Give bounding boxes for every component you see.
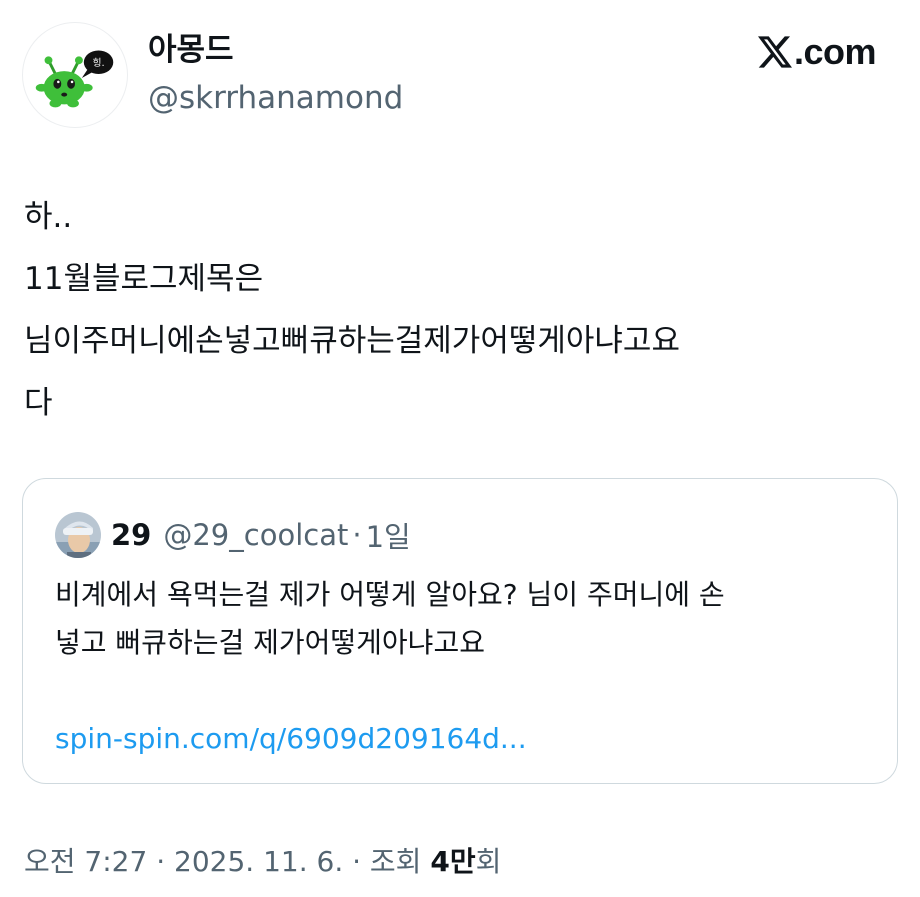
- quoted-tweet-header: 29 @29_coolcat · 1일: [55, 511, 411, 559]
- x-logo-icon: [757, 36, 792, 68]
- tweet-line: 하..: [24, 199, 73, 235]
- author-avatar[interactable]: 힝.: [22, 22, 128, 128]
- tweet-date[interactable]: 2025. 11. 6.: [174, 845, 343, 878]
- views-count: 4만: [430, 845, 476, 878]
- separator-dot: ·: [352, 518, 362, 552]
- profile-photo-icon: [55, 512, 101, 558]
- quoted-author-name[interactable]: 29: [111, 518, 151, 552]
- tweet-line: 다: [24, 385, 53, 421]
- quoted-tweet-text: 비계에서 욕먹는걸 제가 어떻게 알아요? 님이 주머니에 손 넣고 뻐큐하는걸…: [55, 571, 875, 667]
- author-display-name[interactable]: 아몽드: [148, 30, 234, 70]
- author-handle[interactable]: @skrrhanamond: [148, 78, 403, 118]
- meta-separator: ·: [147, 845, 175, 878]
- tweet-text: 하.. 11월블로그제목은 님이주머니에손넣고뻐큐하는걸제가어떻게아냐고요 다: [24, 186, 904, 434]
- quoted-tweet-card[interactable]: 29 @29_coolcat · 1일 비계에서 욕먹는걸 제가 어떻게 알아요…: [22, 478, 898, 784]
- avatar-bubble-text: 힝.: [92, 57, 104, 69]
- views-label: 조회: [369, 845, 431, 878]
- quoted-author-handle[interactable]: @29_coolcat: [163, 518, 348, 552]
- tweet-time[interactable]: 오전 7:27: [24, 845, 147, 878]
- quoted-tweet-link[interactable]: spin-spin.com/q/6909d209164d...: [55, 715, 527, 763]
- meta-separator: ·: [343, 845, 370, 878]
- tweet-line: 11월블로그제목은: [24, 261, 264, 297]
- quoted-tweet-line: 비계에서 욕먹는걸 제가 어떻게 알아요? 님이 주머니에 손: [55, 578, 725, 611]
- quoted-author-avatar[interactable]: [55, 512, 101, 558]
- views-suffix: 회: [475, 845, 502, 878]
- quoted-tweet-time[interactable]: 1일: [366, 514, 411, 556]
- tweet-line: 님이주머니에손넣고뻐큐하는걸제가어떻게아냐고요: [24, 323, 680, 359]
- tweet-meta: 오전 7:27 · 2025. 11. 6. · 조회 4만회: [24, 840, 501, 884]
- x-brand[interactable]: .com: [757, 30, 877, 74]
- green-alien-speech-bubble-icon: 힝.: [35, 50, 114, 108]
- brand-label: .com: [793, 31, 877, 72]
- quoted-tweet-line: 넣고 뻐큐하는걸 제가어떻게아냐고요: [55, 626, 485, 659]
